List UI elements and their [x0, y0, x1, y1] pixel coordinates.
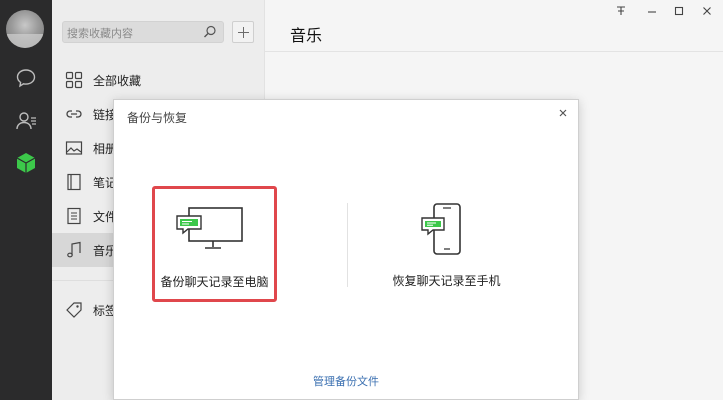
backup-to-pc-label: 备份聊天记录至电脑	[160, 275, 269, 289]
grid-icon	[65, 71, 83, 89]
backup-restore-dialog: 备份与恢复 备份聊天记录至电脑 恢复聊天记录至手机 管理备份文件	[113, 99, 579, 400]
page-title: 音乐	[290, 26, 323, 45]
monitor-chat-icon	[176, 207, 243, 249]
avatar[interactable]	[6, 10, 44, 48]
sidebar-item-all[interactable]: 全部收藏	[52, 63, 264, 97]
header-divider	[265, 51, 723, 52]
image-icon	[65, 141, 83, 155]
restore-to-phone-button[interactable]: 恢复聊天记录至手机	[384, 192, 509, 302]
search-placeholder: 搜索收藏内容	[67, 27, 133, 40]
file-icon	[67, 207, 81, 225]
close-window-icon[interactable]	[699, 4, 715, 18]
search-icon[interactable]	[203, 25, 217, 39]
search-input[interactable]: 搜索收藏内容	[62, 21, 224, 43]
sidebar-item-label: 全部收藏	[93, 74, 142, 88]
chat-icon[interactable]	[14, 66, 38, 90]
add-favorite-button[interactable]	[232, 21, 254, 43]
contacts-icon[interactable]	[14, 109, 38, 133]
manage-backup-files-link[interactable]: 管理备份文件	[114, 373, 578, 389]
options-divider	[347, 203, 348, 287]
pin-icon[interactable]	[613, 4, 629, 18]
restore-to-phone-label: 恢复聊天记录至手机	[392, 274, 501, 288]
favorites-cube-icon[interactable]	[14, 151, 38, 175]
backup-to-pc-button[interactable]: 备份聊天记录至电脑	[152, 186, 277, 302]
tag-icon	[66, 302, 82, 318]
minimize-icon[interactable]	[644, 4, 660, 18]
dialog-title: 备份与恢复	[127, 111, 188, 125]
music-icon	[67, 241, 81, 258]
link-icon	[66, 110, 82, 118]
phone-chat-icon	[421, 203, 461, 255]
left-rail	[0, 0, 52, 400]
close-icon[interactable]	[556, 106, 570, 120]
maximize-icon[interactable]	[671, 4, 687, 18]
notebook-icon	[67, 173, 81, 191]
